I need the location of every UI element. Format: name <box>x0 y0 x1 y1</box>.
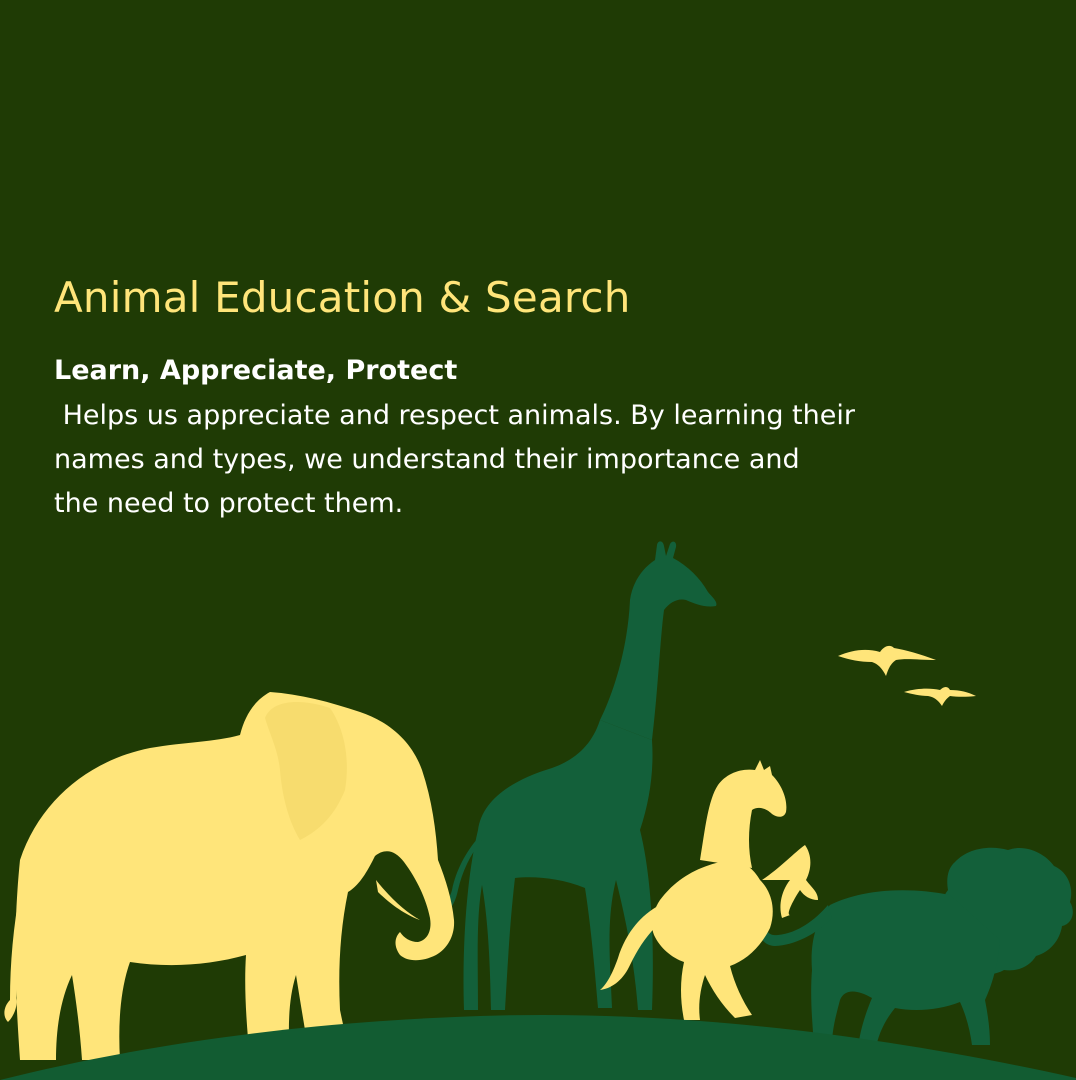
elephant-silhouette <box>4 692 455 1060</box>
green-hill <box>0 1014 1076 1080</box>
wildlife-illustration <box>0 541 1076 1080</box>
bird-silhouette <box>904 687 976 706</box>
poster: Animal Education & Search Learn, Appreci… <box>0 0 1076 1080</box>
bird-silhouette <box>838 645 936 676</box>
